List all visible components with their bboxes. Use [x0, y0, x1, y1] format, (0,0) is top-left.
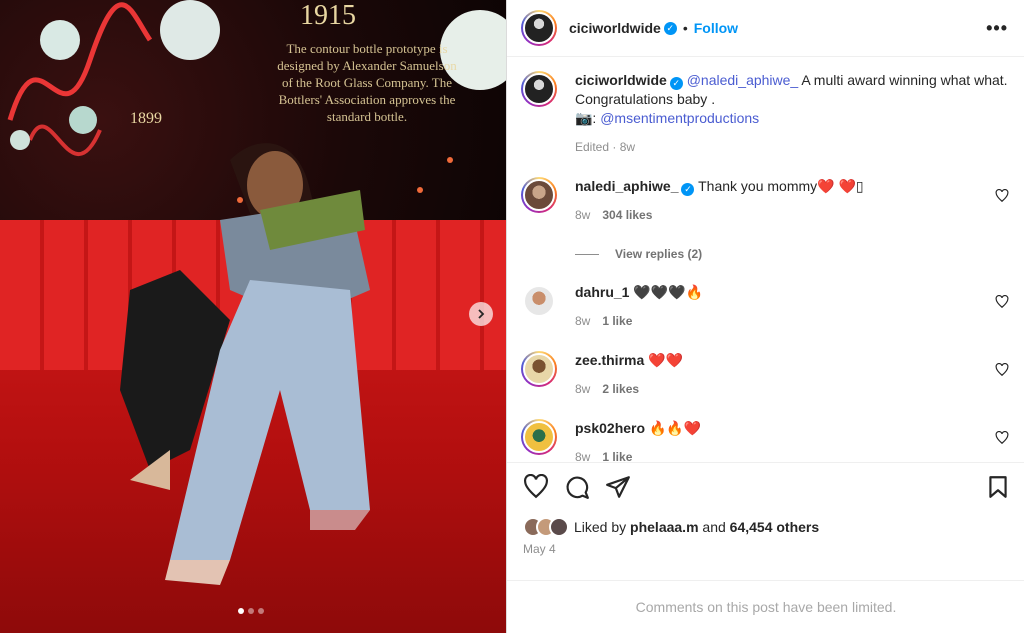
comment-text: ❤️❤️: [648, 352, 684, 368]
caption-avatar[interactable]: [521, 71, 557, 107]
caption-body: ciciworldwide ✓ @naledi_aphiwe_ A multi a…: [575, 71, 1009, 157]
likes-count[interactable]: 64,454 others: [730, 519, 820, 535]
liker-username[interactable]: phelaaa.m: [630, 519, 698, 535]
like-comment-icon[interactable]: [995, 295, 1009, 309]
avatar: [523, 285, 555, 317]
post-panel: ciciworldwide ✓ • Follow ••• ciciworldwi…: [506, 0, 1024, 633]
comment-username[interactable]: dahru_1: [575, 284, 629, 300]
comment-avatar[interactable]: [521, 351, 557, 387]
caption-username[interactable]: ciciworldwide: [575, 72, 667, 88]
comment-meta: 8w 304 likes: [575, 206, 1009, 225]
comment-body: naledi_aphiwe_ ✓ Thank you mommy❤️ ❤️▯ 8w…: [575, 177, 1009, 225]
comment-age: 8w: [575, 382, 591, 396]
caption-mention-2[interactable]: @msentimentproductions: [600, 110, 759, 126]
bookmark-icon[interactable]: [985, 474, 1011, 500]
comment-avatar[interactable]: [521, 177, 557, 213]
comment-text: 🔥🔥❤️: [648, 420, 702, 436]
like-comment-icon[interactable]: [995, 431, 1009, 445]
avatar: [523, 12, 555, 44]
comment-likes[interactable]: 2 likes: [602, 380, 639, 399]
caption: ciciworldwide ✓ @naledi_aphiwe_ A multi a…: [521, 71, 1009, 157]
photo-people: [120, 143, 370, 585]
comment-row: psk02hero 🔥🔥❤️ 8w 1 like: [521, 419, 1009, 462]
verified-icon: ✓: [669, 77, 683, 90]
caption-meta: Edited · 8w: [575, 140, 636, 154]
comment-username[interactable]: zee.thirma: [575, 352, 644, 368]
verified-icon: ✓: [681, 183, 695, 196]
author-avatar[interactable]: [521, 10, 557, 46]
likes-text: Liked by phelaaa.m and 64,454 others: [574, 519, 819, 535]
avatar: [523, 179, 555, 211]
comment-avatar[interactable]: [521, 419, 557, 455]
post-photo[interactable]: 1915 1899 The contour bottle prototype i…: [0, 0, 506, 633]
likes-summary: Liked by phelaaa.m and 64,454 others: [523, 517, 819, 537]
share-icon[interactable]: [605, 474, 631, 500]
comment-age: 8w: [575, 314, 591, 328]
slide-dot: [248, 608, 254, 614]
comment-username[interactable]: naledi_aphiwe_: [575, 178, 678, 194]
follow-button[interactable]: Follow: [694, 20, 738, 36]
caption-age: 8w: [619, 140, 636, 154]
comment-row: zee.thirma ❤️❤️ 8w 2 likes: [521, 351, 1009, 399]
comment-username[interactable]: psk02hero: [575, 420, 645, 436]
comment-body: psk02hero 🔥🔥❤️ 8w 1 like: [575, 419, 1009, 462]
like-comment-icon[interactable]: [995, 363, 1009, 377]
divider: [575, 253, 599, 255]
photo-year: 1915: [300, 0, 356, 31]
next-slide-button[interactable]: [469, 302, 493, 326]
comment-text: 🖤🖤🖤🔥: [633, 284, 704, 300]
view-replies-label: View replies (2): [615, 247, 703, 261]
view-replies-button[interactable]: View replies (2): [575, 247, 1009, 261]
author-username[interactable]: ciciworldwide: [569, 20, 661, 36]
slide-dot: [238, 608, 244, 614]
avatar: [523, 421, 555, 453]
post-date[interactable]: May 4: [523, 542, 556, 556]
comment-meta: 8w 2 likes: [575, 380, 1009, 399]
heart-icon[interactable]: [523, 473, 549, 500]
likes-and: and: [702, 519, 726, 535]
likes-prefix: Liked by: [574, 519, 627, 535]
comment-meta: 8w 1 like: [575, 448, 1009, 462]
caption-mention[interactable]: @naledi_aphiwe_: [687, 72, 799, 88]
slide-indicator: [238, 608, 264, 614]
slide-dot: [258, 608, 264, 614]
comment-age: 8w: [575, 208, 591, 222]
liker-avatar: [549, 517, 569, 537]
like-comment-icon[interactable]: [995, 189, 1009, 203]
camera-emoji: 📷:: [575, 110, 597, 126]
comment-avatar[interactable]: [521, 283, 557, 319]
comment-body: zee.thirma ❤️❤️ 8w 2 likes: [575, 351, 1009, 399]
comment-likes[interactable]: 1 like: [602, 448, 632, 462]
comments-list[interactable]: ciciworldwide ✓ @naledi_aphiwe_ A multi a…: [507, 57, 1024, 462]
comment-likes[interactable]: 1 like: [602, 312, 632, 331]
action-bar: [507, 462, 1024, 510]
comment-row: naledi_aphiwe_ ✓ Thank you mommy❤️ ❤️▯ 8w…: [521, 177, 1009, 225]
comment-likes[interactable]: 304 likes: [602, 206, 652, 225]
chevron-right-icon: [478, 309, 485, 319]
more-options-icon[interactable]: •••: [986, 18, 1008, 39]
edited-label: Edited: [575, 140, 610, 154]
separator: •: [682, 20, 688, 36]
verified-icon: ✓: [663, 21, 677, 35]
comment-age: 8w: [575, 450, 591, 462]
comment-row: dahru_1 🖤🖤🖤🔥 8w 1 like: [521, 283, 1009, 331]
comment-body: dahru_1 🖤🖤🖤🔥 8w 1 like: [575, 283, 1009, 331]
comment-meta: 8w 1 like: [575, 312, 1009, 331]
comment-text: Thank you mommy❤️ ❤️▯: [698, 178, 864, 194]
post-header: ciciworldwide ✓ • Follow •••: [507, 0, 1024, 57]
avatar: [523, 353, 555, 385]
comment-icon[interactable]: [564, 474, 590, 500]
comments-limited-notice: Comments on this post have been limited.: [507, 580, 1024, 633]
avatar: [523, 73, 555, 105]
